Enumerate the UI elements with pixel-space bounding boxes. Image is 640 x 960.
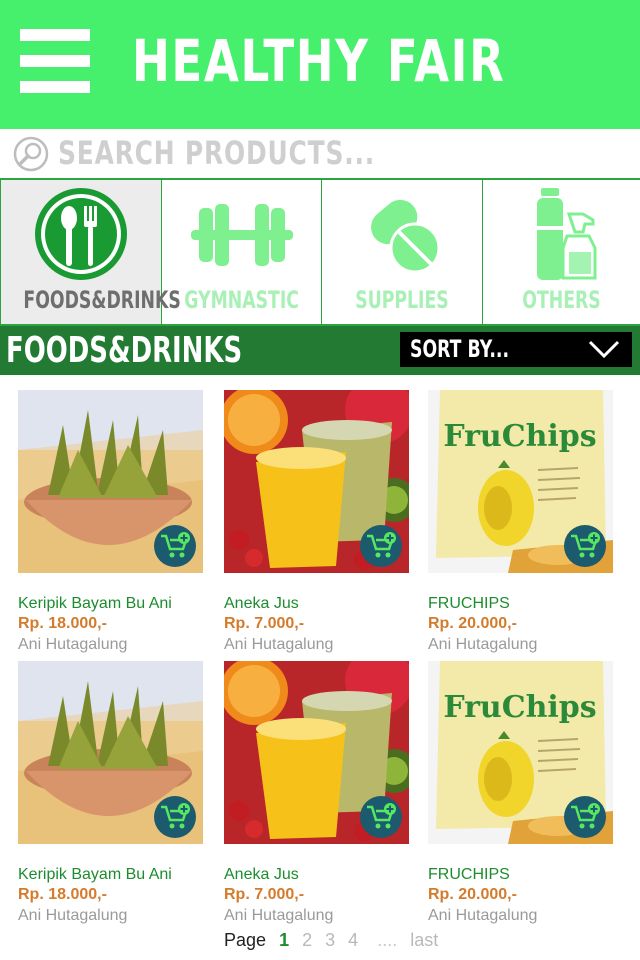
product-seller: Ani Hutagalung bbox=[224, 636, 334, 653]
product-seller: Ani Hutagalung bbox=[18, 636, 128, 653]
category-supplies[interactable]: Supplies bbox=[322, 180, 483, 324]
add-to-cart-button[interactable] bbox=[564, 796, 606, 838]
search-input[interactable] bbox=[58, 131, 495, 175]
product-grid: Keripik Bayam Bu Ani Rp. 18.000,- Ani Hu… bbox=[0, 375, 640, 924]
category-others[interactable]: Others bbox=[483, 180, 640, 324]
page-current: 1 bbox=[279, 930, 290, 950]
fruchips-logo: FruChips bbox=[443, 690, 596, 725]
sort-dropdown[interactable]: Sort by... bbox=[400, 332, 632, 367]
pagination: Page 1 2 3 4 .... last bbox=[224, 930, 446, 954]
sort-label: Sort by... bbox=[410, 335, 510, 363]
category-label: Others bbox=[522, 286, 601, 314]
product-name: FRUCHIPS bbox=[428, 595, 510, 612]
product-name: Aneka Jus bbox=[224, 866, 299, 883]
product-card[interactable]: Keripik Bayam Bu Ani Rp. 18.000,- Ani Hu… bbox=[18, 661, 208, 924]
add-to-cart-button[interactable] bbox=[360, 796, 402, 838]
page-link-last[interactable]: last bbox=[410, 930, 438, 951]
cart-plus-icon bbox=[161, 532, 190, 558]
product-card[interactable]: FruChips FRUCHIPS Rp. 20.000,- Ani Hutag… bbox=[428, 390, 618, 653]
product-price: Rp. 20.000,- bbox=[428, 615, 517, 632]
pagination-ellipsis: .... bbox=[377, 930, 398, 950]
product-price: Rp. 7.000,- bbox=[224, 615, 305, 632]
product-price: Rp. 20.000,- bbox=[428, 886, 517, 903]
product-price: Rp. 18.000,- bbox=[18, 886, 107, 903]
product-seller: Ani Hutagalung bbox=[224, 907, 334, 924]
app-header: Healthy Fair bbox=[0, 0, 640, 129]
pills-icon bbox=[371, 199, 441, 274]
cart-plus-icon bbox=[571, 532, 600, 558]
page-link-2[interactable]: 2 bbox=[302, 930, 312, 951]
product-name: FRUCHIPS bbox=[428, 866, 510, 883]
product-name: Keripik Bayam Bu Ani bbox=[18, 595, 172, 612]
add-to-cart-button[interactable] bbox=[564, 525, 606, 567]
cart-plus-icon bbox=[367, 803, 396, 829]
product-card[interactable]: Aneka Jus Rp. 7.000,- Ani Hutagalung bbox=[224, 390, 414, 653]
fruchips-logo: FruChips bbox=[443, 419, 596, 454]
cart-plus-icon bbox=[161, 803, 190, 829]
category-label: Foods&Drinks bbox=[23, 286, 181, 314]
category-gymnastic[interactable]: Gymnastic bbox=[162, 180, 322, 324]
product-price: Rp. 7.000,- bbox=[224, 886, 305, 903]
product-name: Aneka Jus bbox=[224, 595, 299, 612]
product-seller: Ani Hutagalung bbox=[428, 907, 538, 924]
add-to-cart-button[interactable] bbox=[154, 525, 196, 567]
bottles-icon bbox=[536, 188, 596, 280]
page-link-4[interactable]: 4 bbox=[348, 930, 358, 951]
product-price: Rp. 18.000,- bbox=[18, 615, 107, 632]
dumbbell-icon bbox=[190, 204, 293, 266]
category-label: Supplies bbox=[355, 286, 449, 314]
search-bar bbox=[0, 129, 640, 178]
cart-plus-icon bbox=[367, 532, 396, 558]
product-card[interactable]: Keripik Bayam Bu Ani Rp. 18.000,- Ani Hu… bbox=[18, 390, 208, 653]
category-label: Gymnastic bbox=[184, 286, 299, 314]
fork-spoon-icon bbox=[35, 188, 127, 280]
category-tabs: Foods&Drinks Gymnastic Supplies bbox=[0, 178, 640, 326]
category-foods-drinks[interactable]: Foods&Drinks bbox=[0, 180, 181, 324]
product-name: Keripik Bayam Bu Ani bbox=[18, 866, 172, 883]
page-link-3[interactable]: 3 bbox=[325, 930, 335, 951]
menu-icon[interactable] bbox=[20, 29, 90, 93]
product-card[interactable]: Aneka Jus Rp. 7.000,- Ani Hutagalung bbox=[224, 661, 414, 924]
app-title: Healthy Fair bbox=[132, 27, 506, 95]
search-icon[interactable] bbox=[13, 136, 49, 172]
section-title: Foods&Drinks bbox=[6, 330, 243, 371]
product-seller: Ani Hutagalung bbox=[18, 907, 128, 924]
chevron-down-icon bbox=[588, 340, 620, 359]
pagination-label: Page bbox=[224, 930, 267, 950]
product-card[interactable]: FruChips FRUCHIPS Rp. 20.000,- Ani Hutag… bbox=[428, 661, 618, 924]
cart-plus-icon bbox=[571, 803, 600, 829]
add-to-cart-button[interactable] bbox=[154, 796, 196, 838]
product-seller: Ani Hutagalung bbox=[428, 636, 538, 653]
add-to-cart-button[interactable] bbox=[360, 525, 402, 567]
section-header: Foods&Drinks Sort by... bbox=[0, 326, 640, 375]
